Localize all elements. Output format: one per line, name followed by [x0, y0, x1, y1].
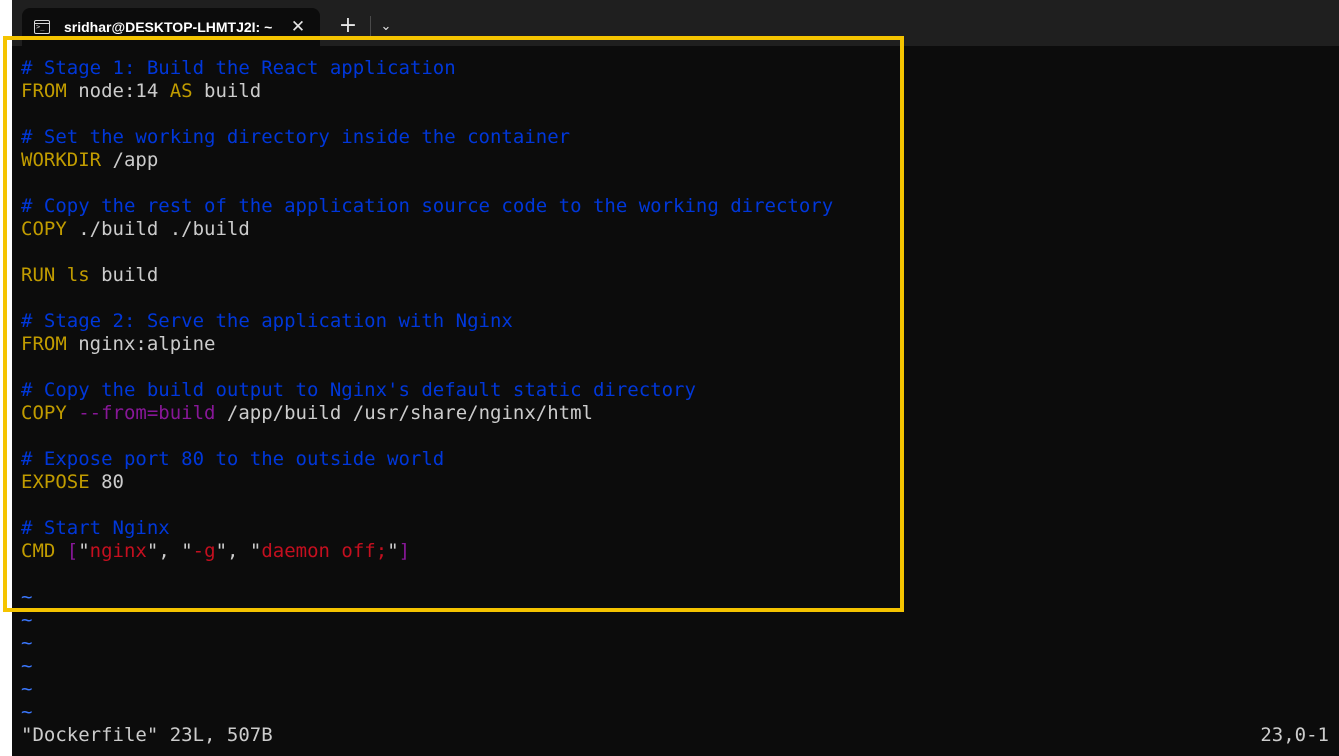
quote: "	[78, 540, 90, 562]
code-line-19: EXPOSE 80	[21, 471, 124, 493]
comment: # Set the working directory inside the c…	[21, 126, 571, 148]
close-icon[interactable]: ✕	[288, 17, 308, 37]
separator: ,	[158, 540, 182, 562]
code-line-21: # Start Nginx	[21, 517, 170, 539]
terminal-content[interactable]: # Stage 1: Build the React application F…	[12, 46, 1339, 756]
quote: "	[146, 540, 159, 562]
keyword: CMD	[21, 540, 56, 562]
empty-line-marker: ~	[21, 701, 33, 723]
keyword: AS	[169, 80, 193, 102]
terminal-icon	[34, 20, 50, 34]
code-text: 80	[89, 471, 124, 493]
bracket: [	[55, 540, 79, 562]
status-file-info: "Dockerfile" 23L, 507B	[21, 724, 273, 746]
string: daemon off;	[261, 540, 388, 562]
option-flag: --from=build	[66, 402, 216, 424]
code-line-10: RUN ls build	[21, 264, 158, 286]
terminal-window: sridhar@DESKTOP-LHMTJ2I: ~ ✕ + ⌄ # Stage…	[12, 0, 1339, 756]
keyword: ls	[55, 264, 90, 286]
quote: "	[249, 540, 262, 562]
code-line-16: COPY --from=build /app/build /usr/share/…	[21, 402, 593, 424]
empty-line-marker: ~	[21, 678, 33, 700]
string: nginx	[89, 540, 147, 562]
code-line-22: CMD ["nginx", "-g", "daemon off;"]	[21, 540, 410, 562]
code-line-4: # Set the working directory inside the c…	[21, 126, 570, 148]
comment: # Copy the build output to Nginx's defau…	[21, 379, 696, 401]
code-text: /app/build /usr/share/nginx/html	[215, 402, 593, 424]
code-line-13: FROM nginx:alpine	[21, 333, 215, 355]
code-text: node:14	[66, 80, 170, 102]
code-line-7: # Copy the rest of the application sourc…	[21, 195, 833, 217]
comment: # Copy the rest of the application sourc…	[21, 195, 834, 217]
code-line-12: # Stage 2: Serve the application with Ng…	[21, 310, 513, 332]
keyword: COPY	[21, 218, 67, 240]
comment: # Stage 2: Serve the application with Ng…	[21, 310, 513, 332]
title-bar: sridhar@DESKTOP-LHMTJ2I: ~ ✕ + ⌄	[12, 0, 1339, 46]
quote: "	[181, 540, 193, 562]
code-text: /app	[101, 149, 159, 171]
keyword: RUN	[21, 264, 56, 286]
tab-title: sridhar@DESKTOP-LHMTJ2I: ~	[64, 19, 273, 35]
empty-line-marker: ~	[21, 586, 33, 608]
string: -g	[192, 540, 216, 562]
comment: # Stage 1: Build the React application	[21, 57, 456, 79]
code-line-5: WORKDIR /app	[21, 149, 158, 171]
code-line-1: # Stage 1: Build the React application	[21, 57, 456, 79]
keyword: EXPOSE	[21, 471, 90, 493]
comment: # Start Nginx	[21, 517, 170, 539]
code-line-2: FROM node:14 AS build	[21, 80, 261, 102]
quote: "	[215, 540, 228, 562]
keyword: WORKDIR	[21, 149, 102, 171]
quote: "	[387, 540, 399, 562]
comment: # Expose port 80 to the outside world	[21, 448, 445, 470]
keyword: COPY	[21, 402, 67, 424]
keyword: FROM	[21, 80, 67, 102]
bracket: ]	[398, 540, 411, 562]
new-tab-button[interactable]: +	[334, 12, 362, 40]
keyword: FROM	[21, 333, 67, 355]
status-cursor-position: 23,0-1	[1260, 724, 1329, 746]
empty-line-marker: ~	[21, 609, 33, 631]
tab-terminal[interactable]: sridhar@DESKTOP-LHMTJ2I: ~ ✕	[22, 8, 320, 46]
code-line-8: COPY ./build ./build	[21, 218, 250, 240]
code-text: nginx:alpine	[66, 333, 216, 355]
code-text: build	[192, 80, 262, 102]
empty-line-marker: ~	[21, 632, 33, 654]
tab-divider	[370, 16, 371, 36]
code-line-15: # Copy the build output to Nginx's defau…	[21, 379, 696, 401]
separator: ,	[227, 540, 250, 562]
chevron-down-icon[interactable]: ⌄	[376, 12, 396, 40]
code-line-18: # Expose port 80 to the outside world	[21, 448, 444, 470]
code-text: ./build ./build	[66, 218, 250, 240]
empty-line-marker: ~	[21, 655, 33, 677]
code-text: build	[89, 264, 159, 286]
